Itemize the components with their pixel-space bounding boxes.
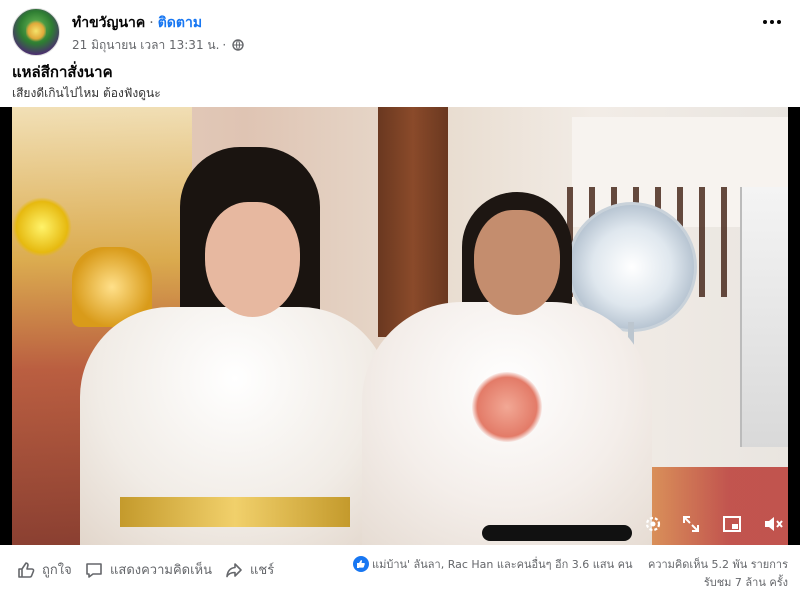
follow-link[interactable]: ติดตาม [158,15,202,31]
comment-icon [86,562,102,578]
microphone [482,525,632,541]
share-label: แชร์ [250,563,275,578]
like-label: ถูกใจ [42,563,72,578]
globe-icon [232,39,244,54]
comment-button[interactable]: แสดงความคิดเห็น [84,559,212,580]
more-options-icon [763,20,767,24]
post-author-line: ทำขวัญนาค · ติดตาม [72,12,202,34]
video-frame [12,107,788,545]
separator-dot: · [149,15,154,31]
post-timestamp[interactable]: 21 มิถุนายน เวลา 13:31 น. [72,38,219,52]
more-options-button[interactable] [758,10,786,34]
mute-icon[interactable] [762,513,784,535]
picture-in-picture-icon[interactable] [721,513,743,535]
share-icon [226,562,242,577]
video-player[interactable] [0,107,800,545]
performer-right [362,192,652,545]
reactions-summary[interactable]: แม่บ้าน' ลันลา, Rac Han และคนอื่นๆ อีก 3… [353,555,632,573]
like-button[interactable]: ถูกใจ [16,559,72,580]
like-reaction-icon [353,556,369,572]
thumbs-up-icon [18,561,35,578]
performer-left [60,147,390,545]
post-subtitle: เสียงดีเกินไปไหม ต้องฟังดูนะ [12,86,161,100]
post-footer: ถูกใจ แสดงความคิดเห็น แชร์ แม่บ้าน' ลันล… [0,545,800,594]
page-avatar[interactable] [12,8,60,56]
post-title: แหล่สีกาสั่งนาค [12,63,113,81]
views-count: รับชม 7 ล้าน ครั้ง [703,576,788,589]
share-button[interactable]: แชร์ [224,559,274,580]
post-meta: 21 มิถุนายน เวลา 13:31 น. · [72,36,244,55]
facebook-video-post: ทำขวัญนาค · ติดตาม 21 มิถุนายน เวลา 13:31 … [0,0,800,594]
settings-icon[interactable] [642,513,664,535]
fullscreen-icon[interactable] [680,513,702,535]
reactions-text: แม่บ้าน' ลันลา, Rac Han และคนอื่นๆ อีก 3… [372,558,633,571]
comments-count[interactable]: ความคิดเห็น 5.2 พัน รายการ [648,555,788,573]
meta-separator: · [222,38,227,52]
comment-label: แสดงความคิดเห็น [110,563,213,578]
page-name-link[interactable]: ทำขวัญนาค [72,15,145,31]
